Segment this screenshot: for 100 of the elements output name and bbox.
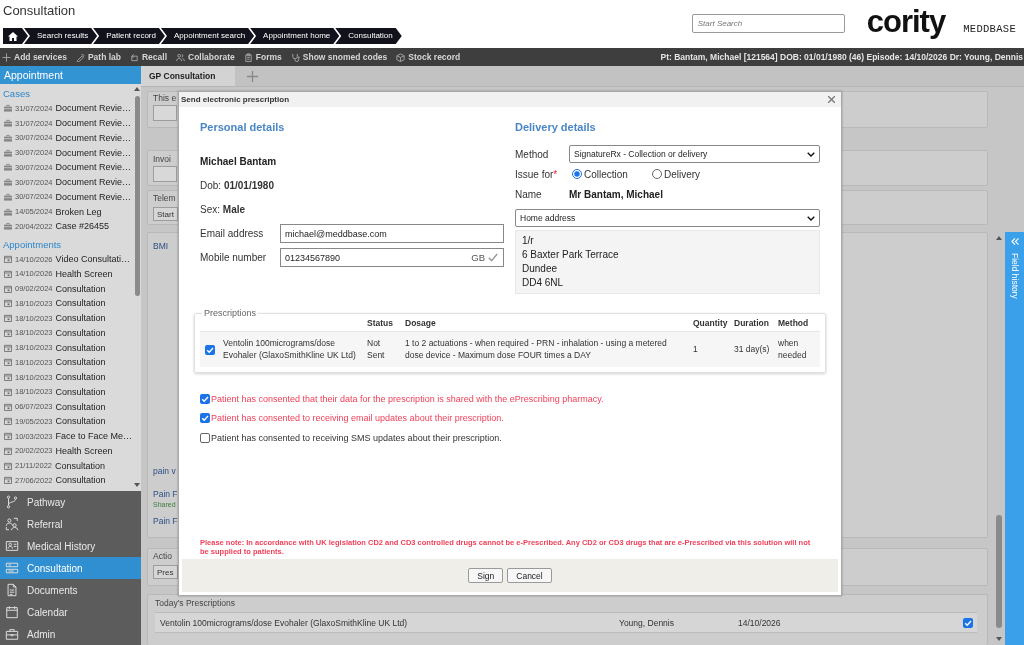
document-icon [5,583,19,597]
toolbar-button[interactable]: Collaborate [176,52,235,62]
breadcrumb-link[interactable]: Consultation [335,28,402,44]
table-cell: 31 day(s) [734,343,770,354]
sidebar-title: Appointment [0,66,141,84]
radio-label[interactable]: Delivery [663,168,701,180]
calendar-icon [4,402,12,411]
close-button[interactable] [828,96,835,103]
toolbar-button[interactable]: Show snomed codes [290,52,388,62]
table-cell: 14/10/2026 [738,617,781,628]
calendar-icon [4,299,12,308]
checkbox[interactable] [963,617,973,628]
calendar-icon [4,387,12,396]
panels-icon [5,561,19,575]
consent-text[interactable]: Patient has consented to receiving email updates about their prescription. [211,413,504,424]
radio-label[interactable]: Collection [584,168,628,180]
field-label: Issue for* [515,168,559,180]
branch-icon [5,495,19,509]
form-button[interactable]: Start [153,207,178,221]
calendar-icon [4,373,12,382]
column-header: Duration [730,318,774,332]
patient-info: Pt: Bantam, Michael [121564] DOB: 01/01/1980 (46) Episode: 14/10/2026 Dr: Young, Dennis [660,52,1024,62]
toolbar-button[interactable]: Path lab [75,52,121,62]
calendar-icon [4,476,12,485]
double-chevron-icon [1010,238,1019,245]
column-header: Method [774,318,820,332]
briefcase-icon [4,207,12,216]
breadcrumb-link[interactable]: Search results [24,28,98,44]
caret-icon [807,215,815,221]
observation-link[interactable]: Pain F [153,516,178,527]
breadcrumb-link[interactable]: Appointment search [160,28,255,44]
briefcase-icon [4,192,12,201]
nav-item[interactable]: Referral [0,513,141,535]
radio-button[interactable] [572,169,582,179]
people-swap-icon [5,517,19,531]
address-line: Dundee [522,262,558,276]
section-heading: Personal details [200,121,285,134]
dialog-button[interactable]: Sign [468,568,504,583]
nav-item[interactable]: Documents [0,579,141,601]
observation-link[interactable]: pain v [153,466,176,477]
toolbar-button[interactable]: Forms [243,52,282,62]
toolbar-button[interactable]: Stock record [396,52,461,62]
dialog-button[interactable]: Cancel [507,568,552,583]
nav-item[interactable]: Consultation [0,557,141,579]
people-icon [176,52,186,62]
calendar-icon [4,432,12,441]
checkbox[interactable] [200,393,210,404]
calendar-icon [4,255,12,264]
input-field[interactable] [153,166,177,182]
tab[interactable]: GP Consultation [141,66,235,86]
panel-title: Actio [153,551,172,562]
logo-wordmark: cority [866,6,946,38]
column-header: Status [363,318,401,332]
calendar-icon [4,417,12,426]
consent-text[interactable]: Patient has consented that their data for the prescription is shared with the ePrescribing pharmacy. [211,393,604,404]
radio-button[interactable] [651,169,662,179]
calendar-icon [4,269,12,278]
dialog-title: Send electronic prescription [181,95,290,104]
consent-text[interactable]: Patient has consented to receiving SMS updates about their prescription. [211,432,502,443]
nav-item[interactable]: Pathway [0,491,141,513]
toolbar-button[interactable]: Recall [130,52,168,62]
checkbox[interactable] [200,432,210,443]
breadcrumb-link[interactable]: Patient record [93,28,165,44]
calendar-icon [4,343,12,352]
field-label: Telem [153,193,176,204]
briefcase-icon [4,178,12,187]
column-header: Quantity [689,318,730,332]
nav-item[interactable]: Admin [0,623,141,645]
stethoscope-icon [290,52,300,62]
table-cell: 1 to 2 actuations - when required - PRN - inhalation - using a metered dose device - Maximum dose FOUR times a DAY [405,338,667,360]
input-field[interactable] [153,105,177,121]
toolbar-button[interactable]: Add services [2,52,67,62]
calendar-icon [4,446,12,455]
calendar-icon [5,605,19,619]
section-heading: Delivery details [515,121,596,134]
calendar-icon [4,328,12,337]
clipboard-icon [243,52,253,62]
method-select[interactable]: SignatureRx - Collection or delivery [569,145,820,163]
checkbox[interactable] [205,344,215,355]
nav-item[interactable]: Calendar [0,601,141,623]
search-field[interactable]: Start Search [691,14,845,33]
address-select[interactable]: Home address [515,209,820,227]
table-cell: Ventolin 100micrograms/dose Evohaler (GlaxoSmithKline UK Ltd) [160,617,408,628]
observation-link[interactable]: BMI [153,241,169,252]
form-button[interactable]: Pres [153,565,178,579]
breadcrumb-link[interactable]: Appointment home [250,28,340,44]
table-cell: Not Sent [367,338,385,360]
briefcase-icon [4,163,12,172]
email-field[interactable]: michael@meddbase.com [280,224,504,243]
briefcase-icon [4,133,12,142]
observation-link[interactable]: Pain F [153,489,178,500]
calendar-icon [4,284,12,293]
nav-item[interactable]: Medical History [0,535,141,557]
table-cell: Young, Dennis [619,617,674,628]
country-code: GB [471,252,485,263]
table-cell: Ventolin 100micrograms/dose Evohaler (GlaxoSmithKline UK Ltd) [223,338,356,360]
checkbox[interactable] [200,413,210,424]
close-icon [828,96,835,103]
pen-icon [75,52,85,62]
address-line: DD4 6NL [522,276,564,290]
